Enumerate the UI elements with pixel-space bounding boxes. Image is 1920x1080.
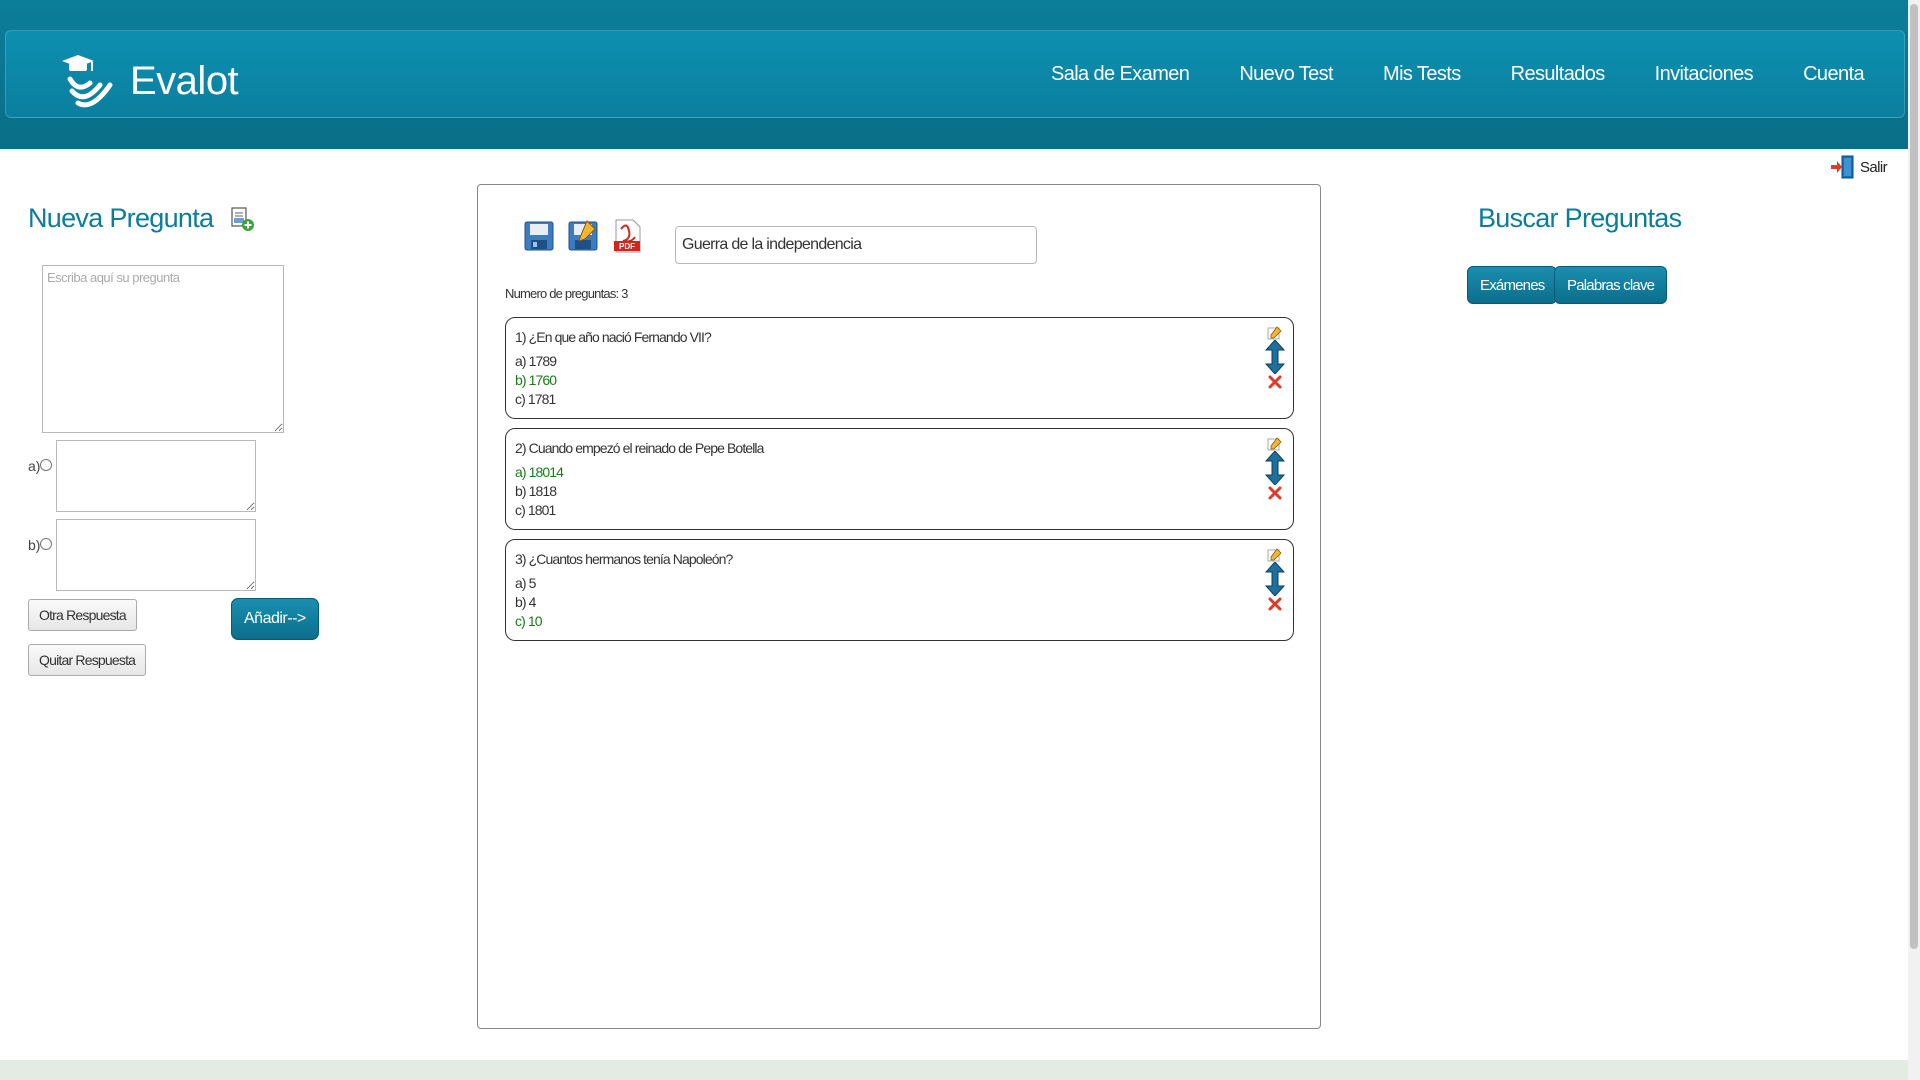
question-card: 2) Cuando empezó el reinado de Pepe Bote… (505, 428, 1294, 530)
answer-input-a[interactable] (56, 440, 256, 512)
answer-option: c) 1801 (515, 502, 556, 518)
question-actions (1265, 326, 1285, 390)
save-edit-icon[interactable] (567, 219, 599, 253)
question-actions (1265, 437, 1285, 501)
test-editor-panel: PDF Numero de preguntas: 3 1) ¿En que añ… (477, 184, 1321, 1029)
question-count: Numero de preguntas: 3 (505, 286, 628, 301)
answer-option: a) 1789 (515, 353, 557, 369)
question-text-input[interactable] (42, 265, 284, 433)
page-scrollbar[interactable] (1908, 0, 1920, 1080)
header-bar: Evalot Sala de Examen Nuevo Test Mis Tes… (5, 30, 1905, 118)
remove-answer-button[interactable]: Quitar Respuesta (28, 644, 147, 676)
correct-radio-a[interactable] (40, 459, 52, 471)
new-question-heading: Nueva Pregunta (28, 203, 255, 234)
top-header: Evalot Sala de Examen Nuevo Test Mis Tes… (0, 0, 1908, 149)
app-name: Evalot (130, 58, 239, 103)
nav-invitaciones[interactable]: Invitaciones (1655, 63, 1754, 86)
delete-icon[interactable] (1267, 596, 1283, 612)
move-up-down-icon[interactable] (1265, 340, 1285, 374)
question-actions (1265, 548, 1285, 612)
logo[interactable]: Evalot (56, 53, 239, 109)
answer-option: b) 1818 (515, 483, 557, 499)
other-answer-button[interactable]: Otra Respuesta (28, 599, 137, 631)
answer-option-correct: b) 1760 (515, 372, 557, 388)
search-keywords-button[interactable]: Palabras clave (1554, 266, 1668, 304)
edit-pencil-icon[interactable] (1267, 326, 1283, 340)
move-up-down-icon[interactable] (1265, 562, 1285, 596)
scrollbar-thumb[interactable] (1910, 4, 1918, 949)
delete-icon[interactable] (1267, 485, 1283, 501)
logout-link[interactable]: Salir (1830, 155, 1888, 179)
answer-option-correct: a) 18014 (515, 464, 564, 480)
answer-label-b: b) (28, 537, 41, 553)
question-card: 1) ¿En que año nació Fernando VII? a) 17… (505, 317, 1294, 419)
answer-option: c) 1781 (515, 391, 556, 407)
answer-row-b: b) (28, 519, 256, 591)
question-text: 3) ¿Cuantos hermanos tenía Napoleón? (515, 551, 733, 567)
move-up-down-icon[interactable] (1265, 451, 1285, 485)
answer-option: b) 4 (515, 594, 536, 610)
nav-nuevo-test[interactable]: Nuevo Test (1239, 63, 1333, 86)
pdf-badge: PDF (619, 242, 635, 251)
pdf-icon[interactable]: PDF (611, 219, 643, 253)
search-questions-title: Buscar Preguntas (1478, 203, 1682, 233)
answer-input-b[interactable] (56, 519, 256, 591)
nav-cuenta[interactable]: Cuenta (1803, 63, 1865, 86)
answer-row-a: a) (28, 440, 256, 512)
answer-option: a) 5 (515, 575, 536, 591)
delete-icon[interactable] (1267, 374, 1283, 390)
search-exams-button[interactable]: Exámenes (1467, 266, 1558, 304)
question-card: 3) ¿Cuantos hermanos tenía Napoleón? a) … (505, 539, 1294, 641)
question-text: 1) ¿En que año nació Fernando VII? (515, 329, 712, 345)
add-question-button[interactable]: Añadir--> (231, 598, 319, 640)
nav-resultados[interactable]: Resultados (1511, 63, 1606, 86)
edit-pencil-icon[interactable] (1267, 437, 1283, 451)
nav-sala-de-examen[interactable]: Sala de Examen (1051, 63, 1190, 86)
exit-door-icon (1831, 155, 1854, 179)
footer-band (0, 1060, 1908, 1080)
correct-radio-b[interactable] (40, 538, 52, 550)
main-nav: Sala de Examen Nuevo Test Mis Tests Resu… (1051, 63, 1865, 86)
graduation-cap-icon (62, 55, 113, 108)
edit-pencil-icon[interactable] (1267, 548, 1283, 562)
logout-label: Salir (1860, 158, 1888, 176)
test-title-input[interactable] (675, 226, 1037, 264)
question-text: 2) Cuando empezó el reinado de Pepe Bote… (515, 440, 764, 456)
save-icon[interactable] (523, 219, 555, 253)
answer-label-a: a) (28, 458, 41, 474)
answer-option-correct: c) 10 (515, 613, 543, 629)
add-document-icon[interactable] (229, 206, 255, 232)
new-question-title: Nueva Pregunta (28, 203, 214, 233)
nav-mis-tests[interactable]: Mis Tests (1383, 63, 1461, 86)
